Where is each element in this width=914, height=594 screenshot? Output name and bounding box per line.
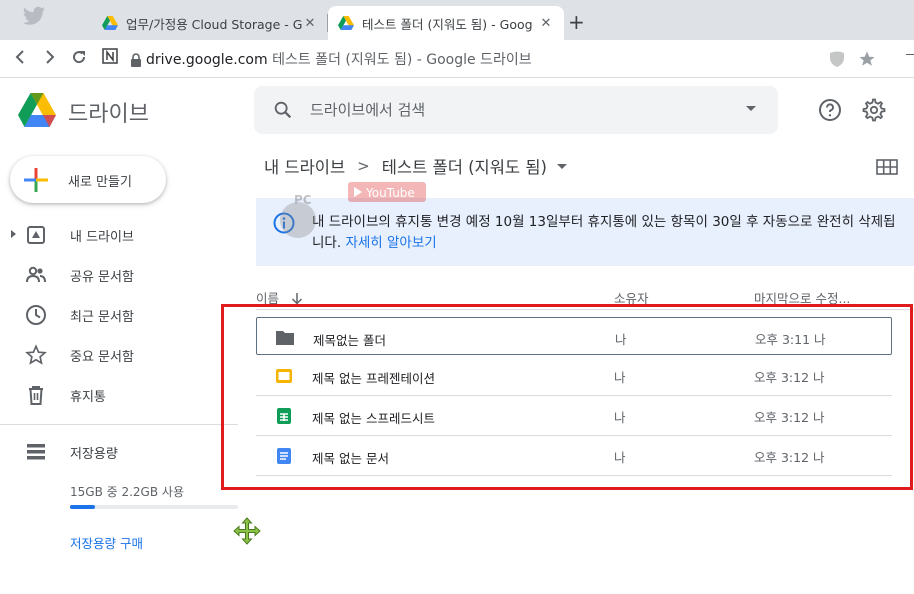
help-icon[interactable] [818, 98, 842, 122]
sidebar-item-label: 최근 문서함 [70, 310, 134, 325]
file-name: 제목없는 폴더 [313, 333, 386, 348]
tab-test-folder[interactable]: 테스트 폴더 (지워도 됨) - Goog ✕ [328, 6, 564, 40]
storage-usage-text: 15GB 중 2.2GB 사용 [70, 485, 184, 499]
sidebar-item-label: 내 드라이브 [70, 230, 134, 245]
search-bar[interactable] [254, 86, 778, 134]
browser-toolbar: drive.google.com 테스트 폴더 (지워도 됨) - Google… [0, 40, 914, 78]
file-owner: 나 [615, 332, 627, 347]
grid-view-icon[interactable] [876, 159, 898, 175]
breadcrumb-chevron-icon: > [357, 157, 370, 175]
google-drive-favicon-icon [338, 16, 354, 30]
file-row-folder[interactable]: 제목없는 폴더 나 오후 3:11 나 [256, 317, 892, 355]
folder-icon [276, 331, 294, 345]
trash-policy-notice: 내 드라이브의 휴지통 변경 예정 10월 13일부터 휴지통에 있는 항목이 … [256, 198, 914, 266]
file-owner: 나 [614, 450, 626, 465]
file-owner: 나 [614, 370, 626, 385]
sidebar-item-my-drive[interactable]: 내 드라이브 [0, 216, 238, 252]
learn-more-link[interactable]: 자세히 알아보기 [345, 235, 436, 251]
notice-text-block: 내 드라이브의 휴지통 변경 예정 10월 13일부터 휴지통에 있는 항목이 … [312, 212, 902, 254]
forward-arrow-icon[interactable] [40, 48, 58, 66]
move-cursor-icon [233, 517, 261, 545]
buy-storage-link[interactable]: 저장용량 구매 [70, 533, 143, 552]
breadcrumb: 내 드라이브 > 테스트 폴더 (지워도 됨) [264, 154, 567, 178]
search-options-dropdown-icon[interactable] [746, 106, 756, 111]
google-slides-icon [276, 369, 292, 383]
storage-progress-fill [70, 505, 95, 509]
file-modified: 오후 3:12 나 [754, 410, 825, 425]
expand-arrow-icon[interactable] [11, 230, 16, 238]
app-name[interactable]: 드라이브 [68, 96, 149, 128]
my-drive-icon [27, 226, 45, 244]
file-modified: 오후 3:12 나 [754, 370, 825, 385]
folder-menu-dropdown-icon[interactable] [556, 163, 567, 169]
star-icon [25, 344, 47, 365]
google-sheets-icon [277, 408, 291, 424]
tab-title: 테스트 폴더 (지워도 됨) - Goog [362, 16, 533, 32]
url-domain: drive.google.com [146, 52, 268, 68]
breadcrumb-my-drive[interactable]: 내 드라이브 [264, 154, 345, 178]
file-name: 제목 없는 프레젠테이션 [312, 371, 435, 386]
trash-icon [29, 386, 43, 405]
file-name: 제목 없는 문서 [312, 451, 389, 466]
column-header-modified[interactable]: 마지막으로 수정... [754, 288, 850, 307]
address-bar[interactable]: drive.google.com 테스트 폴더 (지워도 됨) - Google… [146, 49, 532, 69]
new-button-label: 새로 만들기 [68, 175, 132, 190]
back-arrow-icon[interactable] [12, 48, 30, 66]
notion-extension-icon[interactable] [102, 48, 118, 64]
file-modified: 오후 3:12 나 [754, 450, 825, 465]
sidebar-item-label: 중요 문서함 [70, 350, 134, 365]
shield-extension-icon[interactable] [828, 50, 846, 68]
gear-icon[interactable] [862, 98, 886, 122]
sidebar-item-starred[interactable]: 중요 문서함 [0, 336, 238, 372]
sidebar-item-shared[interactable]: 공유 문서함 [0, 256, 238, 292]
tab-close-icon[interactable]: ✕ [538, 16, 554, 31]
storage-progress-bar [70, 505, 238, 509]
tab-cloud-storage[interactable]: 업무/가정용 Cloud Storage - Go ✕ [92, 6, 328, 40]
browser-tabstrip: 업무/가정용 Cloud Storage - Go ✕ 테스트 폴더 (지워도 … [0, 0, 914, 40]
google-drive-favicon-icon [102, 16, 118, 30]
google-drive-logo-icon[interactable] [18, 93, 56, 127]
search-input[interactable] [310, 98, 710, 122]
column-header-owner[interactable]: 소유자 [614, 288, 649, 307]
sidebar-item-storage[interactable]: 저장용량 [0, 433, 238, 469]
file-name: 제목 없는 스프레드시트 [312, 411, 435, 426]
file-row-spreadsheet[interactable]: 제목 없는 스프레드시트 나 오후 3:12 나 [256, 396, 892, 436]
sidebar-item-label: 공유 문서함 [70, 270, 134, 285]
plus-icon [24, 168, 48, 192]
breadcrumb-current-folder[interactable]: 테스트 폴더 (지워도 됨) [382, 154, 547, 178]
new-tab-button[interactable]: + [568, 10, 585, 34]
column-header-name[interactable]: 이름 [256, 288, 303, 307]
google-docs-icon [277, 448, 291, 464]
tab-close-icon[interactable]: ✕ [302, 16, 318, 31]
lock-icon[interactable] [130, 53, 142, 67]
reload-icon[interactable] [70, 48, 88, 66]
file-owner: 나 [614, 410, 626, 425]
column-name-label: 이름 [256, 291, 280, 306]
drive-header: 드라이브 [0, 79, 914, 141]
file-row-document[interactable]: 제목 없는 문서 나 오후 3:12 나 [256, 436, 892, 476]
twitter-bird-icon [23, 6, 45, 25]
shared-people-icon [26, 266, 46, 283]
sidebar-item-label: 저장용량 [70, 447, 118, 462]
file-modified: 오후 3:11 나 [755, 332, 826, 347]
sidebar-item-recent[interactable]: 최근 문서함 [0, 296, 238, 332]
sidebar-item-label: 휴지통 [70, 390, 106, 405]
search-icon[interactable] [272, 99, 294, 121]
sidebar-divider [0, 424, 238, 425]
file-row-presentation[interactable]: 제목 없는 프레젠테이션 나 오후 3:12 나 [256, 356, 892, 396]
url-page-title: 테스트 폴더 (지워도 됨) - Google 드라이브 [272, 52, 532, 68]
storage-icon [27, 444, 45, 460]
sort-down-arrow-icon[interactable] [291, 292, 303, 305]
toolbar-edge-divider [906, 54, 914, 55]
bookmark-star-icon[interactable] [858, 50, 876, 68]
clock-icon [26, 305, 46, 325]
new-button[interactable]: 새로 만들기 [10, 156, 166, 203]
info-icon [273, 212, 295, 234]
header-divider [256, 309, 914, 310]
sidebar-item-trash[interactable]: 휴지통 [0, 376, 238, 412]
tab-title: 업무/가정용 Cloud Storage - Go [126, 16, 302, 32]
